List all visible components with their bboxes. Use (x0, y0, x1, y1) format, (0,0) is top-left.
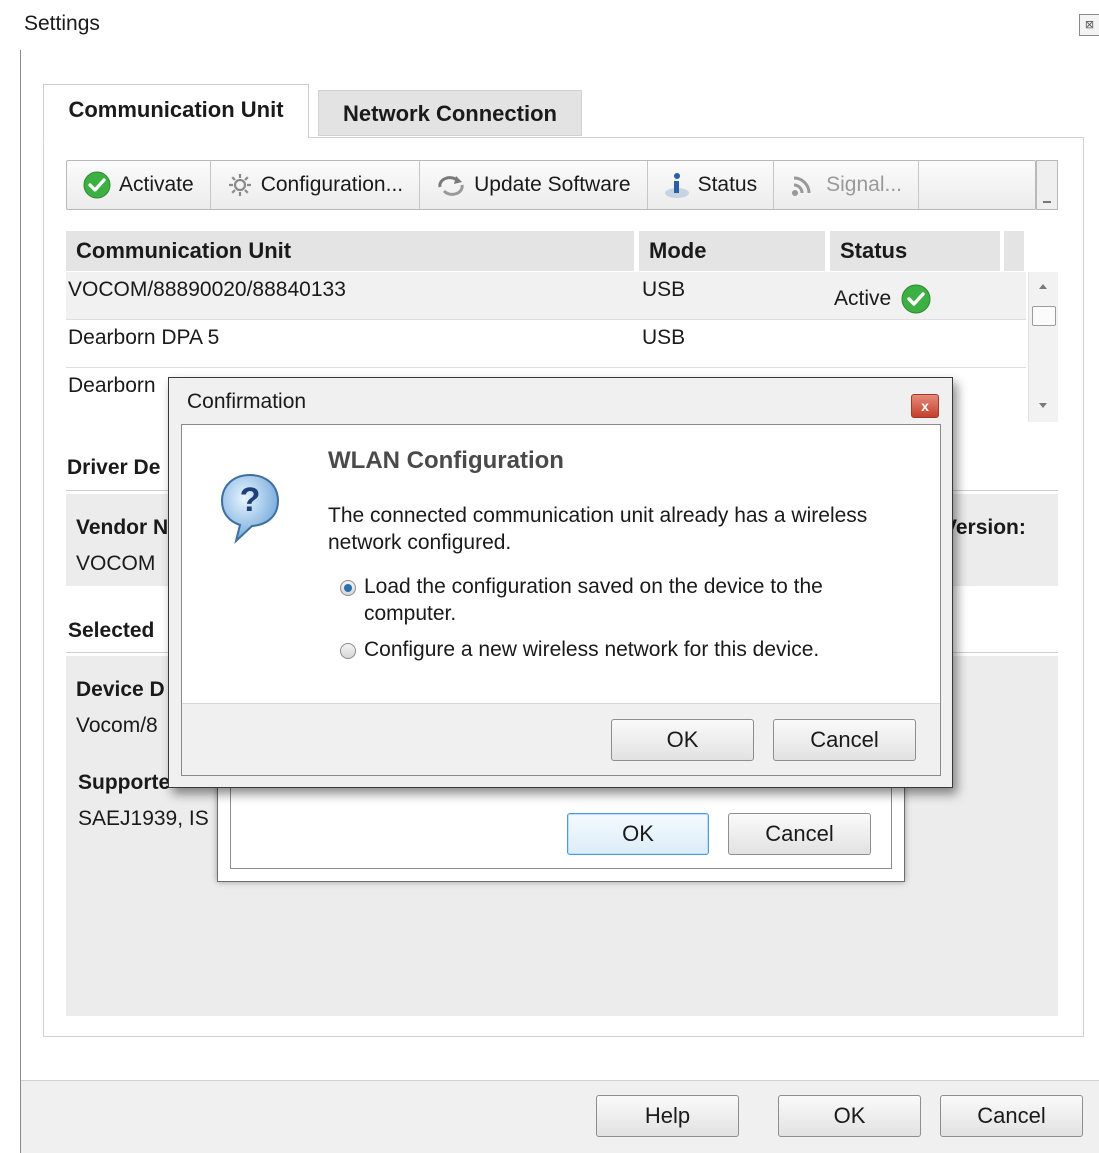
background-cancel-button[interactable]: Cancel (728, 813, 871, 855)
cell-mode: USB (642, 326, 686, 349)
cancel-button[interactable]: Cancel (773, 719, 916, 761)
device-value: Vocom/8 (76, 714, 158, 737)
window-border (20, 50, 21, 1153)
option-label: Configure a new wireless network for thi… (364, 638, 820, 661)
cell-unit: Dearborn DPA 5 (68, 326, 220, 349)
settings-ok-button[interactable]: OK (778, 1095, 921, 1137)
column-header-filler (1004, 231, 1024, 271)
ok-button[interactable]: OK (611, 719, 754, 761)
tab-communication-unit[interactable]: Communication Unit (43, 84, 309, 138)
sync-icon (438, 176, 464, 196)
check-icon (83, 171, 111, 199)
device-label: Device D (76, 678, 165, 701)
gear-icon (228, 174, 251, 196)
status-text: Active (834, 287, 892, 310)
settings-cancel-button[interactable]: Cancel (940, 1095, 1083, 1137)
cell-mode: USB (642, 278, 686, 301)
confirmation-dialog: Confirmation x ? WLAN Configuration The … (168, 377, 953, 788)
column-header-communication-unit[interactable]: Communication Unit (66, 231, 634, 271)
configuration-button[interactable]: Configuration... (211, 161, 421, 209)
column-header-status[interactable]: Status (830, 231, 1000, 271)
version-label: Version: (943, 516, 1026, 539)
footer-bar: Help OK Cancel (21, 1081, 1099, 1153)
scroll-thumb[interactable] (1032, 306, 1056, 326)
update-software-button[interactable]: Update Software (420, 161, 648, 209)
signal-label: Signal... (826, 173, 902, 196)
dialog-title: Confirmation (187, 390, 307, 413)
signal-button[interactable]: Signal... (774, 161, 919, 209)
scroll-up-arrow-icon[interactable] (1039, 284, 1047, 289)
dialog-heading: WLAN Configuration (328, 447, 564, 474)
supported-protocols-value: SAEJ1939, IS (78, 807, 209, 830)
option-load-configuration[interactable]: Load the configuration saved on the devi… (340, 573, 900, 627)
dialog-footer: OK Cancel (182, 703, 940, 775)
dialog-body: ? WLAN Configuration The connected commu… (181, 424, 941, 776)
tab-network-connection[interactable]: Network Connection (318, 90, 582, 136)
vendor-label: Vendor N (76, 516, 169, 539)
check-icon (901, 284, 931, 314)
scroll-down-arrow-icon[interactable] (1039, 403, 1047, 408)
activate-button[interactable]: Activate (67, 161, 211, 209)
cell-status: Active (834, 284, 931, 314)
cell-unit: Dearborn (68, 374, 156, 397)
update-software-label: Update Software (474, 173, 631, 196)
activate-label: Activate (119, 173, 194, 196)
toolbar: Activate Configuration... Update Softwar… (66, 160, 1036, 210)
dialog-message: The connected communication unit already… (328, 504, 868, 554)
toolbar-overflow-button[interactable] (1036, 160, 1058, 210)
table-row[interactable]: VOCOM/88890020/88840133 USB Active (66, 272, 1026, 320)
signal-icon (792, 176, 811, 196)
vendor-value: VOCOM (76, 552, 156, 575)
configuration-label: Configuration... (260, 173, 404, 196)
column-header-mode[interactable]: Mode (639, 231, 825, 271)
table-row[interactable]: Dearborn DPA 5 USB (66, 319, 1026, 367)
info-icon (664, 173, 689, 198)
svg-text:?: ? (240, 481, 261, 519)
window-close-button[interactable]: ⊠ (1079, 14, 1099, 36)
supported-protocols-label: Supporte (78, 771, 171, 794)
status-button[interactable]: Status (648, 161, 775, 209)
option-label: Load the configuration saved on the devi… (364, 575, 823, 625)
status-label: Status (697, 173, 758, 196)
selected-device-heading: Selected (68, 619, 155, 642)
driver-details-heading: Driver De (67, 456, 161, 479)
background-ok-button[interactable]: OK (567, 813, 709, 855)
window-title: Settings (24, 12, 100, 35)
radio-button-checked[interactable] (340, 580, 356, 596)
table-scrollbar[interactable] (1028, 272, 1058, 422)
cell-unit: VOCOM/88890020/88840133 (68, 278, 346, 301)
radio-button[interactable] (340, 643, 356, 659)
question-icon: ? (220, 473, 280, 545)
dialog-close-button[interactable]: x (911, 394, 939, 418)
option-configure-new-network[interactable]: Configure a new wireless network for thi… (340, 636, 900, 663)
help-button[interactable]: Help (596, 1095, 739, 1137)
